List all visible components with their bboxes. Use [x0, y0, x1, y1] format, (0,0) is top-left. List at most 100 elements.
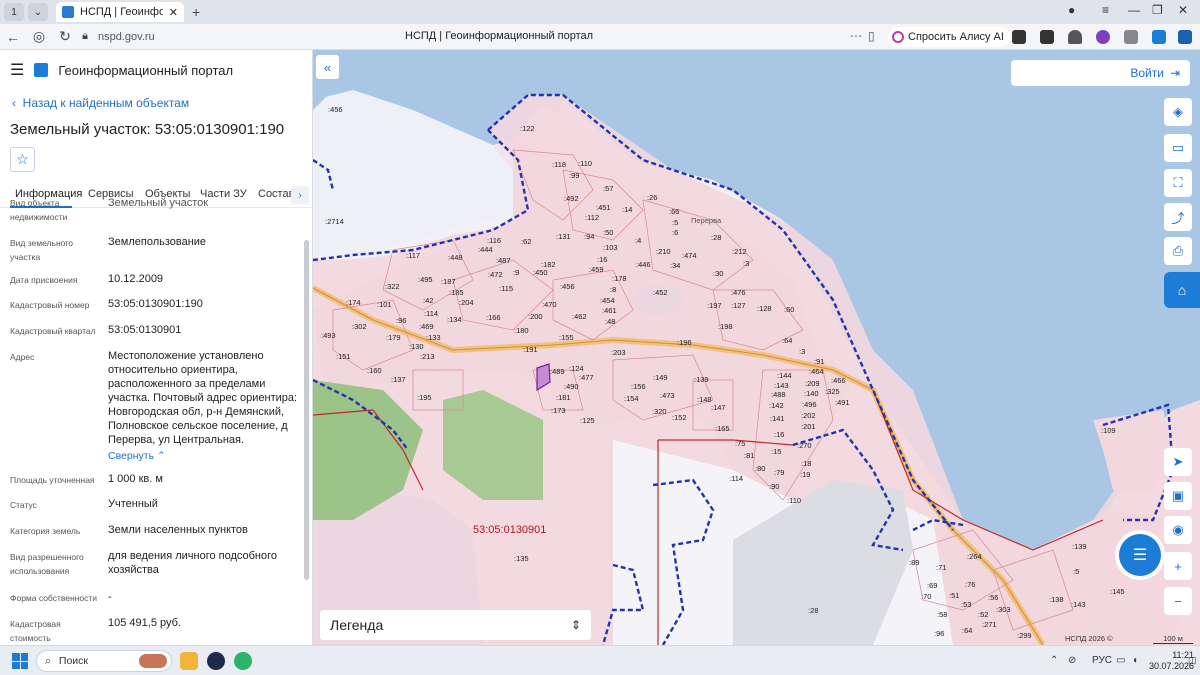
- minimap-button[interactable]: ▣: [1164, 482, 1192, 510]
- parcel-number-label[interactable]: :155: [559, 333, 574, 342]
- parcel-number-label[interactable]: :204: [459, 298, 474, 307]
- parcel-number-label[interactable]: :140: [804, 389, 819, 398]
- parcel-number-label[interactable]: :81: [744, 451, 754, 460]
- parcel-number-label[interactable]: :141: [770, 414, 785, 423]
- parcel-number-label[interactable]: :80: [755, 464, 765, 473]
- parcel-number-label[interactable]: :143: [1071, 600, 1086, 609]
- parcel-number-label[interactable]: :149: [653, 373, 668, 382]
- parcel-number-label[interactable]: :115: [499, 284, 513, 293]
- parcel-number-label[interactable]: :103: [603, 243, 618, 252]
- tray-chevron-up-icon[interactable]: ⌃: [1050, 655, 1058, 666]
- parcel-number-label[interactable]: :109: [1101, 426, 1116, 435]
- parcel-number-label[interactable]: :472: [488, 270, 503, 279]
- parcel-number-label[interactable]: :488: [771, 390, 786, 399]
- parcel-number-label[interactable]: :474: [682, 251, 697, 260]
- parcel-number-label[interactable]: :52: [978, 610, 988, 619]
- collapse-panel-button[interactable]: «: [316, 55, 339, 79]
- parcel-number-label[interactable]: :117: [406, 251, 420, 260]
- parcel-number-label[interactable]: :137: [391, 375, 406, 384]
- parcel-number-label[interactable]: :450: [533, 268, 548, 277]
- parcel-number-label[interactable]: :71: [936, 563, 946, 572]
- parcel-number-label[interactable]: :202: [801, 411, 816, 420]
- parcel-number-label[interactable]: :30: [713, 269, 723, 278]
- parcel-number-label[interactable]: :142: [769, 401, 784, 410]
- ask-alice-button[interactable]: Спросить Алису AI: [888, 27, 1010, 47]
- parcel-number-label[interactable]: :51: [949, 591, 959, 600]
- parcel-number-label[interactable]: :195: [417, 393, 432, 402]
- extension-icon[interactable]: [1152, 30, 1166, 44]
- parcel-number-label[interactable]: :201: [801, 422, 816, 431]
- legend-dropdown[interactable]: Легенда ⇕: [320, 610, 591, 640]
- select-area-button[interactable]: ⛶: [1164, 169, 1192, 197]
- extension-icon[interactable]: [1012, 30, 1026, 44]
- parcel-number-label[interactable]: :144: [777, 371, 792, 380]
- parcel-number-label[interactable]: :62: [521, 237, 531, 246]
- parcel-number-label[interactable]: :124: [569, 364, 584, 373]
- parcel-number-label[interactable]: :185: [449, 288, 464, 297]
- restore-icon[interactable]: ❐: [1152, 3, 1163, 17]
- parcel-number-label[interactable]: :156: [631, 382, 646, 391]
- profile-icon[interactable]: ●: [1068, 3, 1075, 17]
- parcel-number-label[interactable]: :135: [514, 554, 529, 563]
- print-button[interactable]: ⎙: [1164, 237, 1192, 265]
- parcel-number-label[interactable]: :173: [551, 406, 566, 415]
- parcel-number-label[interactable]: :469: [419, 322, 434, 331]
- volume-icon[interactable]: ◖: [1132, 655, 1138, 666]
- parcel-number-label[interactable]: :270: [797, 441, 812, 450]
- parcel-number-label[interactable]: :15: [771, 447, 781, 456]
- parcel-number-label[interactable]: :134: [447, 315, 462, 324]
- parcel-number-label[interactable]: :79: [774, 468, 784, 477]
- parcel-number-label[interactable]: :69: [927, 581, 937, 590]
- parcel-number-label[interactable]: :187: [441, 277, 456, 286]
- yandex-browser-icon[interactable]: [207, 652, 225, 670]
- tab-list-chevron-icon[interactable]: ⌄: [28, 3, 48, 21]
- close-tab-icon[interactable]: ✕: [169, 6, 178, 19]
- reload-icon[interactable]: ↻: [52, 28, 78, 45]
- parcel-number-label[interactable]: :491: [835, 398, 850, 407]
- parcel-number-label[interactable]: :26: [647, 193, 657, 202]
- parcel-number-label[interactable]: :14: [622, 205, 632, 214]
- parcel-number-label[interactable]: :203: [611, 348, 626, 357]
- parcel-number-label[interactable]: :28: [808, 606, 818, 615]
- extension-icon[interactable]: [1096, 30, 1110, 44]
- parcel-number-label[interactable]: :451: [596, 203, 611, 212]
- parcel-number-label[interactable]: :114: [424, 309, 438, 318]
- parcel-number-label[interactable]: :495: [418, 275, 433, 284]
- locate-button[interactable]: ◉: [1164, 516, 1192, 544]
- parcel-number-label[interactable]: :302: [352, 322, 367, 331]
- parcel-number-label[interactable]: :90: [769, 482, 779, 491]
- collapse-link[interactable]: Свернуть ⌃: [108, 450, 166, 462]
- shield-icon[interactable]: ◎: [26, 28, 52, 45]
- parcel-number-label[interactable]: :200: [528, 312, 543, 321]
- parcel-number-label[interactable]: :53: [961, 600, 971, 609]
- parcel-number-label[interactable]: :139: [694, 375, 709, 384]
- parcel-number-label[interactable]: :320: [652, 407, 667, 416]
- parcel-number-label[interactable]: :174: [346, 298, 361, 307]
- parcel-number-label[interactable]: :3: [743, 259, 749, 268]
- network-off-icon[interactable]: ⊘: [1068, 655, 1076, 666]
- parcel-number-label[interactable]: :64: [782, 336, 792, 345]
- close-window-icon[interactable]: ✕: [1178, 3, 1188, 17]
- parcel-number-label[interactable]: :125: [580, 416, 595, 425]
- panel-scrollbar[interactable]: [304, 240, 309, 580]
- parcel-number-label[interactable]: :96: [934, 629, 944, 638]
- parcel-number-label[interactable]: :42: [423, 296, 433, 305]
- parcel-number-label[interactable]: :456: [560, 282, 575, 291]
- layers-button[interactable]: ◈: [1164, 98, 1192, 126]
- navigate-button[interactable]: ➤: [1164, 448, 1192, 476]
- parcel-number-label[interactable]: :492: [564, 194, 579, 203]
- parcel-number-label[interactable]: :139: [1072, 542, 1087, 551]
- parcel-number-label[interactable]: :114: [729, 474, 743, 483]
- file-explorer-icon[interactable]: [180, 652, 198, 670]
- url-text[interactable]: nspd.gov.ru: [98, 31, 155, 43]
- display-icon[interactable]: ▭: [1116, 655, 1125, 666]
- parcel-number-label[interactable]: :466: [831, 376, 846, 385]
- parcel-number-label[interactable]: :96: [396, 316, 406, 325]
- parcel-number-label[interactable]: :299: [1017, 631, 1032, 640]
- parcel-number-label[interactable]: :178: [612, 274, 627, 283]
- parcel-number-label[interactable]: :16: [597, 255, 607, 264]
- parcel-number-label[interactable]: :210: [656, 247, 671, 256]
- parcel-number-label[interactable]: :116: [487, 236, 501, 245]
- parcel-number-label[interactable]: :454: [600, 296, 615, 305]
- parcel-number-label[interactable]: :493: [321, 331, 336, 340]
